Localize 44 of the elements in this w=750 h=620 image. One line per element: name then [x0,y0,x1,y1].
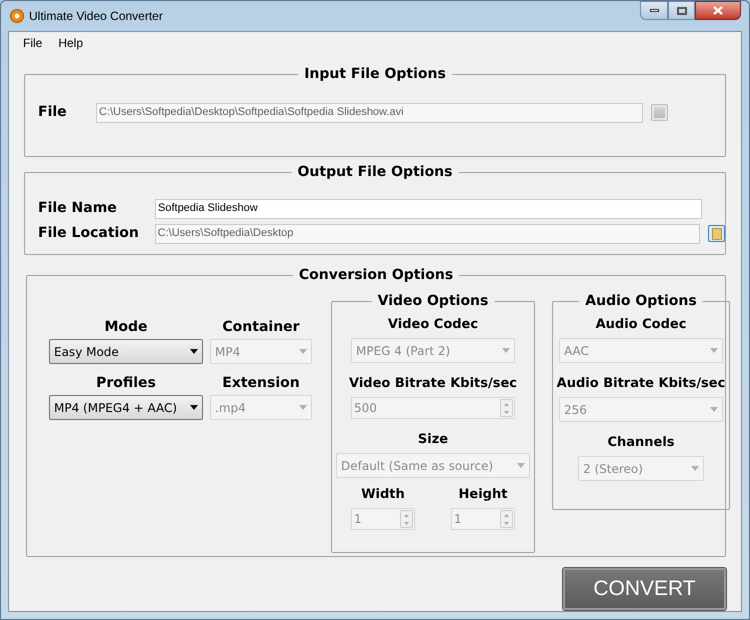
field-label: Video Bitrate Kbits/sec [349,375,517,393]
spin-buttons-icon [500,399,513,417]
field-label: Size [418,431,448,449]
group-title: Input File Options [298,65,452,83]
field-label: File [38,103,68,122]
combo-box[interactable]: MP4 (MPEG4 + AAC) [49,395,203,420]
menu-item[interactable]: Help [52,34,90,52]
dropdown-arrow-icon [502,348,510,353]
field-label: Height [458,486,508,504]
menu-item[interactable]: File [17,34,48,52]
dropdown-arrow-icon [691,466,699,471]
dropdown-arrow-icon [299,349,307,354]
spin-buttons-icon [400,510,413,528]
field-label: Mode [104,318,148,336]
dropdown-arrow-icon [190,349,198,354]
field-label: File Name [38,199,118,218]
group-title: Output File Options [292,163,458,181]
field-label: Video Codec [388,316,478,334]
dropdown-arrow-icon [710,348,718,353]
group-title: Conversion Options [292,266,460,284]
field-label: File Location [38,224,140,243]
dropdown-arrow-icon [190,405,198,410]
minimize-button[interactable] [640,1,668,20]
dropdown-arrow-icon [710,407,718,412]
text-field[interactable]: Softpedia Slideshow [155,198,702,218]
field-label: Audio Codec [596,316,686,334]
field-label: Profiles [96,374,156,392]
spin-buttons-icon [500,510,513,528]
dropdown-arrow-icon [517,463,525,468]
dropdown-arrow-icon [299,405,307,410]
group-title: Video Options [372,292,494,310]
window-title: Ultimate Video Converter [29,8,163,25]
field-label: Channels [607,434,675,452]
convert-button[interactable]: CONVERT [563,568,726,610]
combo-box[interactable]: Easy Mode [49,339,203,364]
close-icon [713,6,723,15]
field-label: Container [222,318,300,336]
app-logo-icon [9,8,25,24]
maximize-button[interactable] [668,1,695,20]
close-button[interactable] [695,1,741,20]
field-label: Extension [222,374,300,392]
field-label: Width [361,486,405,504]
group-title: Audio Options [579,292,703,310]
field-label: Audio Bitrate Kbits/sec [556,375,726,393]
